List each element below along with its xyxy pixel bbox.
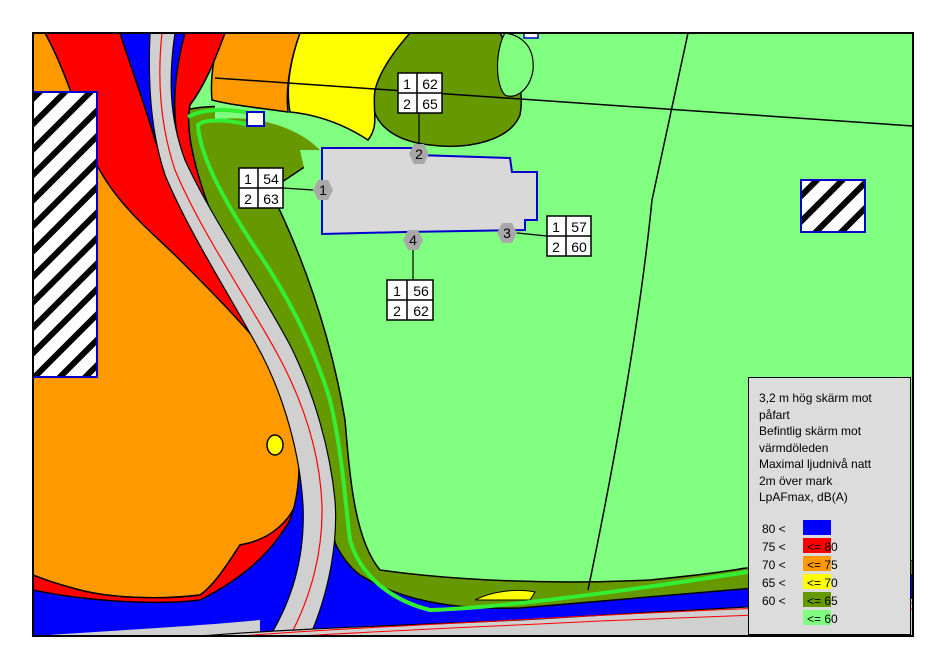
- receiver-id: 1: [319, 182, 327, 198]
- floor-label: 2: [393, 303, 401, 319]
- receiver-id: 2: [415, 146, 423, 162]
- floor-label: 1: [393, 283, 401, 299]
- floor-label: 1: [552, 219, 560, 235]
- legend-class-low: 65 <: [762, 575, 786, 590]
- receiver-id: 4: [409, 232, 417, 248]
- legend-line: 2m över mark: [759, 473, 833, 488]
- legend-line: LpAFmax, dB(A): [759, 490, 848, 504]
- legend-class-high: <= 65: [807, 593, 838, 608]
- receiver-id: 3: [503, 225, 511, 241]
- legend-class-row: 60 < <= 65: [759, 591, 902, 610]
- floor-level: 62: [413, 303, 429, 319]
- legend-class-high: <= 70: [807, 575, 838, 590]
- planned-building: [321, 147, 538, 236]
- floor-level: 62: [422, 76, 438, 92]
- legend-class-row: 65 < <= 70: [759, 573, 902, 592]
- floor-level: 63: [263, 191, 279, 207]
- floor-label: 2: [403, 96, 411, 112]
- legend-description: 3,2 m hög skärm mot påfart Befintlig skä…: [759, 390, 902, 506]
- legend-class-row: 80 <: [759, 519, 902, 538]
- legend: 3,2 m hög skärm mot påfart Befintlig skä…: [748, 377, 911, 635]
- zone-70-75-top: [210, 33, 301, 113]
- existing-building-right: [800, 179, 866, 233]
- legend-class-high: <= 80: [807, 539, 838, 554]
- legend-line: värmdöleden: [759, 440, 829, 455]
- legend-line: 3,2 m hög skärm mot: [759, 391, 872, 405]
- legend-class-high: <= 60: [807, 611, 838, 626]
- legend-class-low: 60 <: [762, 593, 786, 608]
- existing-building-left: [33, 91, 98, 378]
- legend-class-low: 75 <: [762, 539, 786, 554]
- map-frame: 1 1 54 2 63 2 1 62 2 65 3 1 57 2 60 4 1 …: [0, 0, 946, 668]
- floor-level: 56: [413, 283, 429, 299]
- legend-swatch: [803, 519, 831, 535]
- legend-class-low: 70 <: [762, 557, 786, 572]
- legend-class-row: 70 < <= 75: [759, 555, 902, 574]
- legend-line: Befintlig skärm mot: [759, 424, 862, 438]
- floor-label: 2: [244, 191, 252, 207]
- floor-level: 60: [571, 239, 587, 255]
- small-structure: [246, 111, 265, 127]
- floor-level: 57: [571, 219, 587, 235]
- legend-line: Maximal ljudnivå natt: [759, 457, 872, 471]
- floor-label: 1: [403, 76, 411, 92]
- zone-65-70-spot: [266, 434, 284, 456]
- floor-label: 2: [552, 239, 560, 255]
- legend-class-row: <= 60: [759, 609, 902, 628]
- floor-level: 65: [422, 96, 438, 112]
- legend-line: påfart: [759, 407, 790, 422]
- floor-level: 54: [263, 171, 279, 187]
- legend-class-high: <= 75: [807, 557, 838, 572]
- legend-class-low: 80 <: [762, 521, 786, 536]
- legend-class-row: 75 < <= 80: [759, 537, 902, 556]
- floor-label: 1: [244, 171, 252, 187]
- legend-keys: 80 < 75 < <= 80 70 < <= 75 65 < <= 70 60 < <= 65…: [759, 519, 902, 628]
